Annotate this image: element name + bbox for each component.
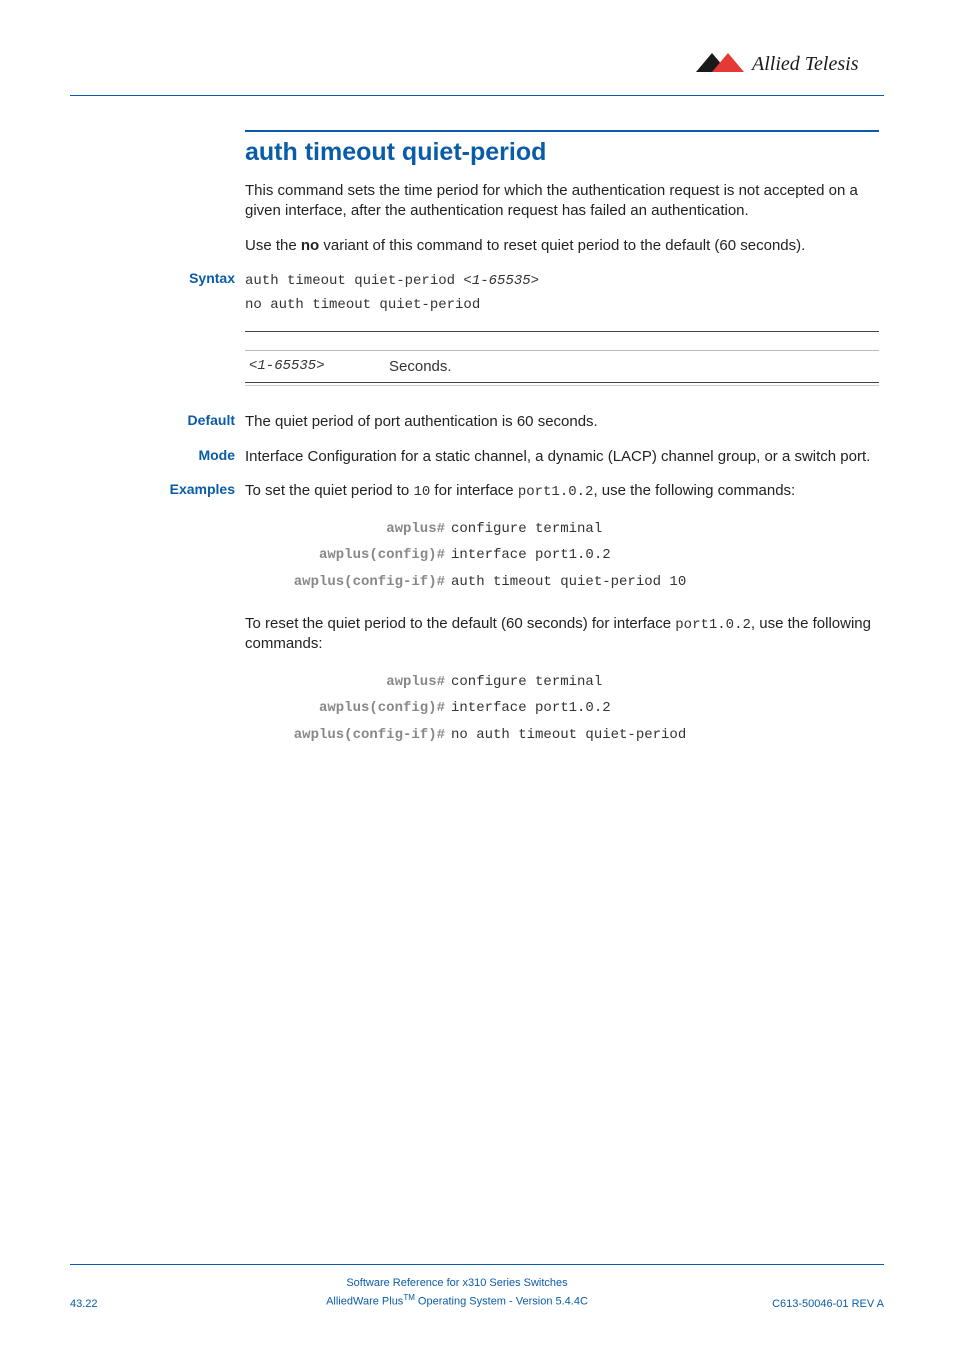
- spacer: [245, 386, 879, 412]
- footer-center-line2: AlliedWare PlusTM Operating System - Ver…: [190, 1292, 724, 1310]
- cli-cmd: configure terminal: [451, 516, 602, 543]
- intro-paragraph-1: This command sets the time period for wh…: [245, 181, 879, 222]
- logo-text: Allied Telesis: [750, 53, 859, 75]
- cli-prompt: awplus(config)#: [245, 695, 451, 722]
- syntax-line-2: no auth timeout quiet-period: [245, 294, 879, 318]
- param-table: <1-65535> Seconds.: [245, 331, 879, 386]
- cli-block-2: awplus# configure terminal awplus(config…: [245, 669, 879, 749]
- cli-cmd: auth timeout quiet-period 10: [451, 569, 686, 596]
- text: To reset the quiet period to the default…: [245, 615, 675, 632]
- no-keyword: no: [301, 237, 319, 254]
- table-rule: [245, 331, 879, 332]
- syntax-label: Syntax: [145, 270, 235, 286]
- param-desc: Seconds.: [389, 358, 452, 375]
- text: Use the: [245, 237, 301, 254]
- header-rule: [70, 95, 884, 96]
- text: auth timeout quiet-period <: [245, 273, 472, 289]
- cli-line: awplus(config-if)# auth timeout quiet-pe…: [245, 569, 879, 596]
- range: 1-65535: [472, 273, 531, 289]
- literal: port1.0.2: [518, 484, 594, 500]
- syntax-row: Syntax auth timeout quiet-period <1-6553…: [245, 270, 879, 318]
- cli-line: awplus# configure terminal: [245, 516, 879, 543]
- footer: 43.22 Software Reference for x310 Series…: [70, 1264, 884, 1310]
- text: >: [531, 273, 539, 289]
- footer-rev: C613-50046-01 REV A: [724, 1298, 884, 1310]
- content: auth timeout quiet-period This command s…: [245, 130, 879, 766]
- default-text: The quiet period of port authentication …: [245, 412, 879, 432]
- param-name: <1-65535>: [249, 358, 389, 375]
- footer-center-line1: Software Reference for x310 Series Switc…: [190, 1275, 724, 1292]
- cli-prompt: awplus#: [245, 516, 451, 543]
- examples-label: Examples: [145, 481, 235, 497]
- cli-block-1: awplus# configure terminal awplus(config…: [245, 516, 879, 596]
- cli-line: awplus(config-if)# no auth timeout quiet…: [245, 722, 879, 749]
- cli-line: awplus# configure terminal: [245, 669, 879, 696]
- footer-page-number: 43.22: [70, 1298, 190, 1310]
- example-intro-2: To reset the quiet period to the default…: [245, 614, 879, 655]
- param-row: <1-65535> Seconds.: [245, 351, 879, 382]
- cli-prompt: awplus(config)#: [245, 542, 451, 569]
- literal: 10: [413, 484, 430, 500]
- cli-prompt: awplus(config-if)#: [245, 722, 451, 749]
- cli-line: awplus(config)# interface port1.0.2: [245, 695, 879, 722]
- cli-line: awplus(config)# interface port1.0.2: [245, 542, 879, 569]
- cli-cmd: no auth timeout quiet-period: [451, 722, 686, 749]
- footer-grid: 43.22 Software Reference for x310 Series…: [70, 1275, 884, 1310]
- mode-label: Mode: [145, 447, 235, 463]
- section-title: auth timeout quiet-period: [245, 138, 879, 167]
- cli-prompt: awplus#: [245, 669, 451, 696]
- text: , use the following commands:: [593, 482, 795, 499]
- text: for interface: [430, 482, 518, 499]
- text: Operating System - Version 5.4.4C: [415, 1296, 588, 1308]
- brand-logo: Allied Telesis: [694, 50, 884, 83]
- cli-cmd: configure terminal: [451, 669, 602, 696]
- example-intro-1: To set the quiet period to 10 for interf…: [245, 481, 879, 502]
- literal: port1.0.2: [675, 617, 751, 633]
- footer-rule: [70, 1264, 884, 1265]
- text: To set the quiet period to: [245, 482, 413, 499]
- mode-text: Interface Configuration for a static cha…: [245, 447, 879, 467]
- page: Allied Telesis auth timeout quiet-period…: [0, 0, 954, 1350]
- examples-body: To set the quiet period to 10 for interf…: [245, 481, 879, 749]
- default-label: Default: [145, 412, 235, 428]
- default-row: Default The quiet period of port authent…: [245, 412, 879, 432]
- syntax-line-1: auth timeout quiet-period <1-65535>: [245, 270, 879, 294]
- footer-center: Software Reference for x310 Series Switc…: [190, 1275, 724, 1310]
- syntax-block: auth timeout quiet-period <1-65535> no a…: [245, 270, 879, 318]
- text: AlliedWare Plus: [326, 1296, 403, 1308]
- cli-cmd: interface port1.0.2: [451, 695, 611, 722]
- cli-cmd: interface port1.0.2: [451, 542, 611, 569]
- mode-row: Mode Interface Configuration for a stati…: [245, 447, 879, 467]
- cli-prompt: awplus(config-if)#: [245, 569, 451, 596]
- text: variant of this command to reset quiet p…: [319, 237, 805, 254]
- trademark: TM: [403, 1293, 415, 1302]
- intro-paragraph-2: Use the no variant of this command to re…: [245, 236, 879, 256]
- examples-row: Examples To set the quiet period to 10 f…: [245, 481, 879, 749]
- table-rule: [245, 382, 879, 383]
- section-rule: [245, 130, 879, 132]
